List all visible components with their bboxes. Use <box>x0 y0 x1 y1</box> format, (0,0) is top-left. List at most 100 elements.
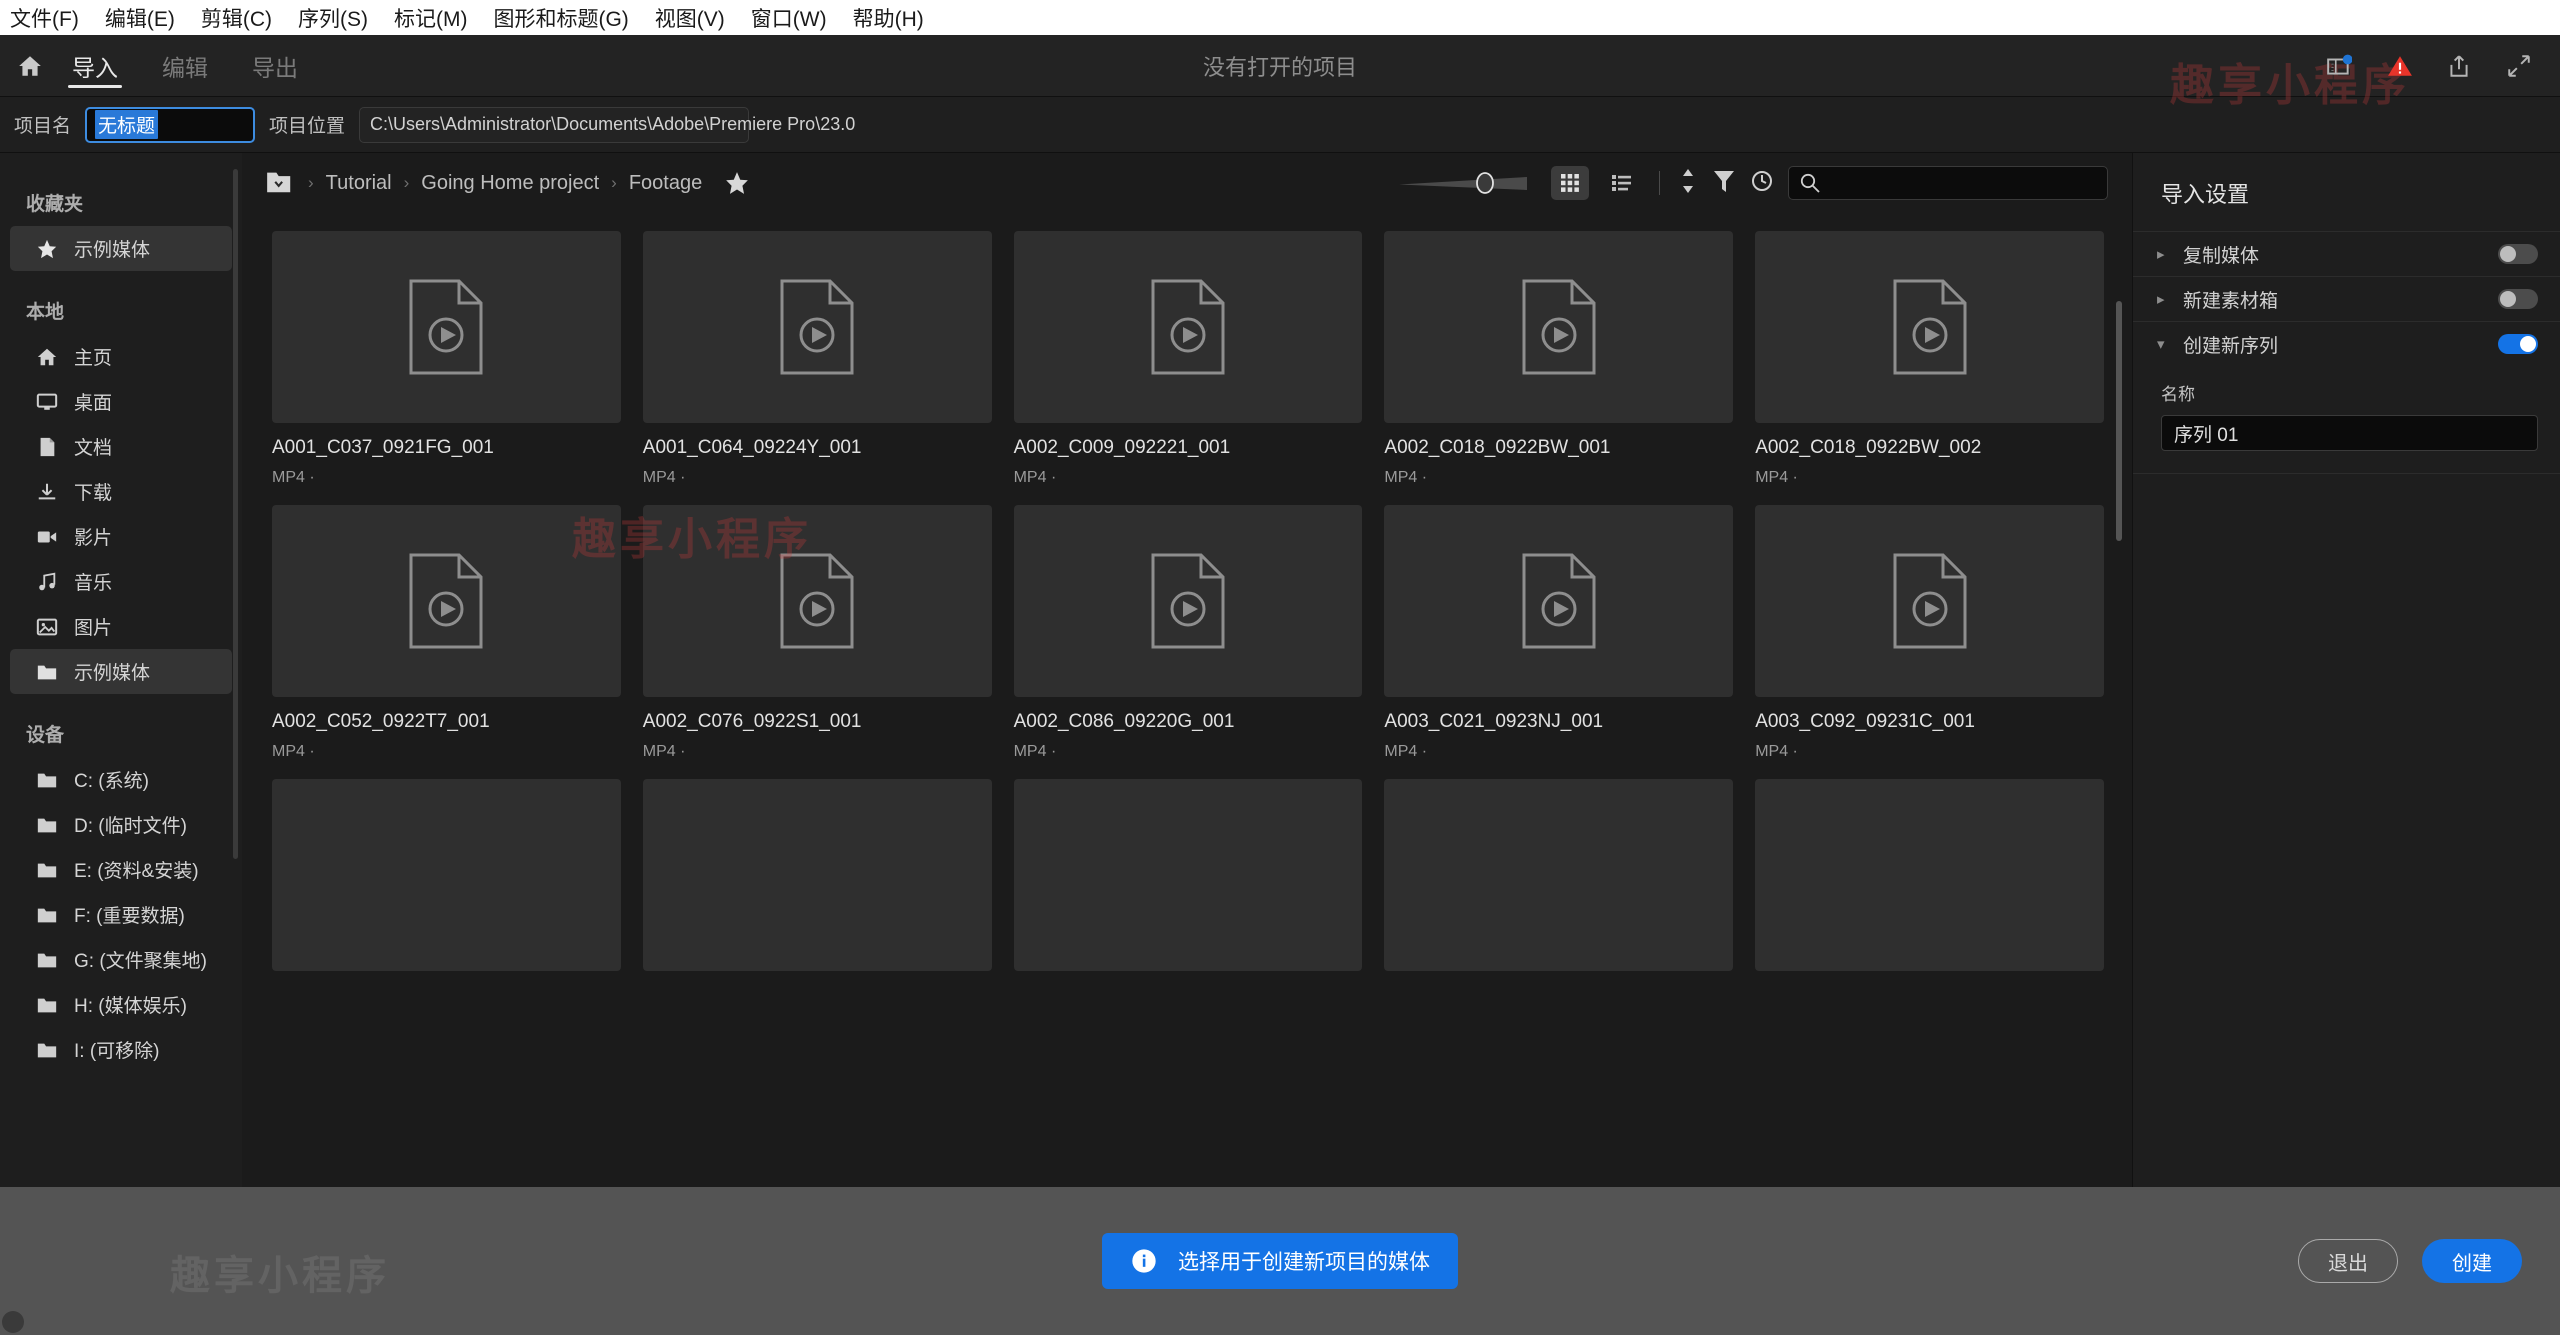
media-item[interactable] <box>272 779 621 971</box>
list-view-button[interactable] <box>1603 166 1641 200</box>
search-input[interactable] <box>1788 166 2108 200</box>
menu-item-edit[interactable]: 编辑(E) <box>105 3 175 33</box>
sidebar-item-documents[interactable]: 文档 <box>10 424 232 469</box>
sidebar-item-pictures[interactable]: 图片 <box>10 604 232 649</box>
warning-icon[interactable] <box>2386 53 2412 79</box>
visibility-button[interactable] <box>1750 169 1774 198</box>
filter-button[interactable] <box>1712 168 1736 199</box>
media-item[interactable] <box>1013 779 1363 971</box>
tab-edit[interactable]: 编辑 <box>158 35 212 96</box>
sidebar-item-downloads[interactable]: 下载 <box>10 469 232 514</box>
sidebar-item-music[interactable]: 音乐 <box>10 559 232 604</box>
media-thumbnail[interactable] <box>1755 231 2104 423</box>
sequence-name-input[interactable]: 序列 01 <box>2161 415 2538 451</box>
media-item[interactable]: A002_C009_092221_001 MP4 · <box>1013 231 1363 487</box>
new-sequence-toggle[interactable] <box>2498 334 2538 354</box>
tab-export[interactable]: 导出 <box>248 35 302 96</box>
media-item[interactable]: A003_C021_0923NJ_001 MP4 · <box>1384 505 1734 761</box>
setting-label: 创建新序列 <box>2183 335 2279 357</box>
sidebar-item-drive-d[interactable]: D: (临时文件) <box>10 802 232 847</box>
media-thumbnail[interactable] <box>272 779 621 971</box>
sidebar-item-sample-media[interactable]: 示例媒体 <box>10 649 232 694</box>
breadcrumb-item-footage[interactable]: Footage <box>629 172 702 195</box>
new-bin-toggle[interactable] <box>2498 289 2538 309</box>
media-thumbnail[interactable] <box>1013 505 1363 697</box>
exit-button[interactable]: 退出 <box>2298 1239 2398 1283</box>
breadcrumb-toolbar: › Tutorial › Going Home project › Footag… <box>242 153 2132 213</box>
media-grid-scrollbar[interactable] <box>2116 301 2122 541</box>
sidebar-item-desktop[interactable]: 桌面 <box>10 379 232 424</box>
folder-icon <box>37 818 57 832</box>
media-thumbnail[interactable] <box>1755 505 2104 697</box>
sidebar-item-movies[interactable]: 影片 <box>10 514 232 559</box>
share-icon[interactable] <box>2446 53 2472 79</box>
media-thumbnail[interactable] <box>642 231 992 423</box>
star-icon[interactable] <box>724 170 750 196</box>
media-thumbnail[interactable] <box>1384 779 1734 971</box>
chevron-down-icon[interactable]: ▾ <box>2157 335 2171 353</box>
sidebar-item-drive-h[interactable]: H: (媒体娱乐) <box>10 982 232 1027</box>
grid-view-button[interactable] <box>1551 166 1589 200</box>
home-button[interactable] <box>0 53 60 79</box>
setting-row-new-bin[interactable]: ▸ 新建素材箱 <box>2133 276 2560 321</box>
media-thumbnail[interactable] <box>272 505 621 697</box>
media-item[interactable]: A001_C037_0921FG_001 MP4 · <box>272 231 621 487</box>
setting-row-new-sequence[interactable]: ▾ 创建新序列 <box>2133 321 2560 366</box>
media-item[interactable]: A002_C018_0922BW_001 MP4 · <box>1384 231 1734 487</box>
media-item[interactable] <box>642 779 992 971</box>
menu-item-view[interactable]: 视图(V) <box>655 3 725 33</box>
sort-button[interactable] <box>1678 168 1698 199</box>
media-thumbnail[interactable] <box>272 231 621 423</box>
media-thumbnail[interactable] <box>642 505 992 697</box>
sidebar-item-drive-i[interactable]: I: (可移除) <box>10 1027 232 1072</box>
sidebar-item-drive-e[interactable]: E: (资料&安装) <box>10 847 232 892</box>
project-name-value: 无标题 <box>95 110 159 139</box>
chevron-right-icon[interactable]: ▸ <box>2157 290 2171 308</box>
sidebar-item-drive-c[interactable]: C: (系统) <box>10 757 232 802</box>
media-thumbnail[interactable] <box>1384 231 1734 423</box>
sidebar-item-sample-media-fav[interactable]: 示例媒体 <box>10 226 232 271</box>
copy-media-toggle[interactable] <box>2498 244 2538 264</box>
media-item[interactable]: A002_C052_0922T7_001 MP4 · <box>272 505 621 761</box>
footer-bar: 选择用于创建新项目的媒体 退出 创建 趣享小程序 <box>0 1187 2560 1335</box>
media-item[interactable] <box>1755 779 2104 971</box>
create-button[interactable]: 创建 <box>2422 1239 2522 1283</box>
folder-dropdown-icon[interactable] <box>266 170 296 196</box>
media-item[interactable]: A002_C018_0922BW_002 MP4 · <box>1755 231 2104 487</box>
media-item[interactable]: A002_C086_09220G_001 MP4 · <box>1013 505 1363 761</box>
media-item[interactable]: A003_C092_09231C_001 MP4 · <box>1755 505 2104 761</box>
notifications-icon[interactable] <box>2326 53 2353 79</box>
menu-item-graphics[interactable]: 图形和标题(G) <box>493 3 628 33</box>
breadcrumb-item-tutorial[interactable]: Tutorial <box>326 172 392 195</box>
menu-item-file[interactable]: 文件(F) <box>10 3 79 33</box>
media-item[interactable] <box>1384 779 1734 971</box>
project-name-input[interactable]: 无标题 <box>85 106 256 143</box>
sidebar-item-drive-g[interactable]: G: (文件聚集地) <box>10 937 232 982</box>
menu-item-help[interactable]: 帮助(H) <box>853 3 924 33</box>
menu-item-sequence[interactable]: 序列(S) <box>298 3 368 33</box>
menu-bar: 文件(F) 编辑(E) 剪辑(C) 序列(S) 标记(M) 图形和标题(G) 视… <box>0 0 2560 35</box>
breadcrumb-item-going-home-project[interactable]: Going Home project <box>421 172 599 195</box>
menu-item-clip[interactable]: 剪辑(C) <box>201 3 272 33</box>
media-thumbnail[interactable] <box>1755 779 2104 971</box>
chevron-right-icon[interactable]: ▸ <box>2157 245 2171 263</box>
menu-item-window[interactable]: 窗口(W) <box>751 3 827 33</box>
media-thumbnail[interactable] <box>642 779 992 971</box>
media-item-meta: MP4 · <box>1013 469 1057 486</box>
media-thumbnail[interactable] <box>1013 779 1363 971</box>
media-thumbnail[interactable] <box>1384 505 1734 697</box>
thumbnail-size-slider[interactable] <box>1397 170 1537 196</box>
project-location-label: 项目位置 <box>269 116 346 137</box>
tab-import[interactable]: 导入 <box>68 35 122 96</box>
media-thumbnail[interactable] <box>1013 231 1363 423</box>
project-location-select[interactable]: C:\Users\Administrator\Documents\Adobe\P… <box>359 106 855 143</box>
sidebar-item-drive-f[interactable]: F: (重要数据) <box>10 892 232 937</box>
menu-item-marker[interactable]: 标记(M) <box>394 3 467 33</box>
sidebar-scrollbar[interactable] <box>233 169 238 859</box>
sidebar-item-home[interactable]: 主页 <box>10 334 232 379</box>
media-item[interactable]: A001_C064_09224Y_001 MP4 · <box>642 231 992 487</box>
folder-icon <box>37 665 57 679</box>
fullscreen-icon[interactable] <box>2506 53 2532 79</box>
media-item[interactable]: A002_C076_0922S1_001 MP4 · <box>642 505 992 761</box>
setting-row-copy-media[interactable]: ▸ 复制媒体 <box>2133 231 2560 276</box>
